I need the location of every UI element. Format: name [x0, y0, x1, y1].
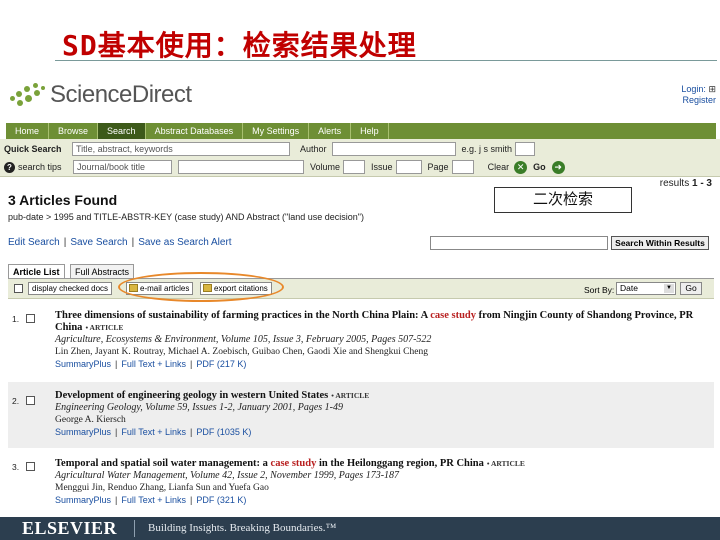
- volume-label: Volume: [310, 162, 341, 172]
- result-title[interactable]: Three dimensions of sustainability of fa…: [55, 310, 708, 334]
- select-all-checkbox[interactable]: [14, 284, 23, 293]
- full-text-link[interactable]: Full Text + Links: [121, 495, 186, 505]
- sciencedirect-logo[interactable]: ScienceDirect: [8, 78, 192, 112]
- search-tips-link[interactable]: search tips: [18, 162, 70, 172]
- result-links: SummaryPlus | Full Text + Links | PDF (217 K…: [55, 359, 247, 369]
- register-link[interactable]: Register: [681, 95, 716, 106]
- result-journal: Agricultural Water Management, Volume 42…: [55, 470, 400, 481]
- volume-input[interactable]: [343, 160, 366, 174]
- nav-home[interactable]: Home: [6, 123, 50, 139]
- search-query-text: pub-date > 1995 and TITLE-ABSTR-KEY (cas…: [8, 212, 364, 222]
- go-arrow-icon[interactable]: ➜: [551, 160, 565, 174]
- pdf-link[interactable]: PDF (217 K): [196, 359, 246, 369]
- summary-plus-link[interactable]: SummaryPlus: [55, 495, 111, 505]
- result-number: 3.: [12, 462, 20, 472]
- result-authors: Menggui Jin, Renduo Zhang, Lianfa Sun an…: [55, 483, 269, 493]
- help-icon[interactable]: ?: [4, 161, 15, 173]
- result-item: 2. Development of engineering geology in…: [8, 382, 714, 448]
- result-checkbox[interactable]: [26, 462, 35, 471]
- display-checked-button[interactable]: display checked docs: [28, 282, 113, 295]
- result-journal: Engineering Geology, Volume 59, Issues 1…: [55, 402, 344, 413]
- issue-label: Issue: [371, 162, 393, 172]
- tab-article-list[interactable]: Article List: [8, 264, 65, 279]
- elsevier-logo: ELSEVIER: [22, 518, 118, 538]
- result-title[interactable]: Development of engineering geology in we…: [55, 390, 708, 402]
- result-authors: George A. Kiersch: [55, 415, 126, 425]
- results-range: results 1 - 3: [659, 178, 712, 189]
- quick-search-row-1: Quick Search Title, abstract, keywords A…: [0, 139, 720, 158]
- result-links: SummaryPlus | Full Text + Links | PDF (321 K…: [55, 495, 247, 505]
- article-type: • ARTICLE: [85, 323, 124, 332]
- result-item: 1. Three dimensions of sustainability of…: [8, 304, 714, 380]
- result-authors: Lin Zhen, Jayant K. Routray, Michael A. …: [55, 347, 428, 357]
- pdf-link[interactable]: PDF (1035 K): [196, 427, 251, 437]
- sciencedirect-screenshot: ScienceDirect Login: ⊞ Register Home Bro…: [0, 62, 720, 517]
- nav-help[interactable]: Help: [351, 123, 389, 139]
- logo-text: ScienceDirect: [50, 81, 192, 108]
- journal-extra-input[interactable]: [178, 160, 304, 174]
- summary-plus-link[interactable]: SummaryPlus: [55, 427, 111, 437]
- footer-tagline: Building Insights. Breaking Boundaries.™: [148, 522, 337, 534]
- clear-label[interactable]: Clear: [488, 162, 510, 172]
- sort-label: Sort By:: [584, 285, 615, 295]
- article-type: • ARTICLE: [331, 391, 370, 400]
- secondary-search-callout: 二次检索: [494, 187, 632, 213]
- nav-alerts[interactable]: Alerts: [309, 123, 352, 139]
- save-search-alert-link[interactable]: Save as Search Alert: [138, 237, 231, 248]
- result-checkbox[interactable]: [26, 396, 35, 405]
- logo-dots-icon: [8, 80, 48, 110]
- search-actions: Edit Search | Save Search | Save as Search A…: [8, 237, 232, 248]
- tab-full-abstracts[interactable]: Full Abstracts: [70, 264, 135, 279]
- result-item: 3. Temporal and spatial soil water manag…: [8, 450, 714, 517]
- auth-links: Login: ⊞ Register: [681, 84, 716, 106]
- result-journal: Agriculture, Ecosystems & Environment, V…: [55, 334, 432, 345]
- article-type: • ARTICLE: [486, 459, 525, 468]
- slide-title: SD基本使用：检索结果处理: [62, 29, 417, 62]
- journal-input[interactable]: Journal/book title: [73, 160, 172, 174]
- author-extra-input[interactable]: [515, 141, 536, 156]
- nav-my-settings[interactable]: My Settings: [243, 123, 310, 139]
- author-example: e.g. j s smith: [461, 143, 513, 154]
- articles-found-heading: 3 Articles Found: [8, 192, 118, 208]
- terms-input[interactable]: Title, abstract, keywords: [72, 141, 290, 156]
- chevron-down-icon: ▼: [664, 284, 674, 293]
- page-label: Page: [427, 162, 449, 172]
- full-text-link[interactable]: Full Text + Links: [121, 427, 186, 437]
- result-title[interactable]: Temporal and spatial soil water manageme…: [55, 458, 708, 470]
- highlight-ellipse: [118, 272, 284, 302]
- nav-search[interactable]: Search: [98, 123, 146, 139]
- author-label: Author: [300, 143, 327, 154]
- login-link[interactable]: Login: ⊞: [681, 84, 716, 95]
- go-label[interactable]: Go: [533, 162, 546, 172]
- summary-plus-link[interactable]: SummaryPlus: [55, 359, 111, 369]
- quick-search-row-2: ? search tips Journal/book title Volume …: [0, 158, 720, 177]
- full-text-link[interactable]: Full Text + Links: [121, 359, 186, 369]
- nav-browse[interactable]: Browse: [49, 123, 99, 139]
- title-divider: [55, 60, 717, 61]
- search-within-button[interactable]: Search Within Results: [611, 236, 709, 250]
- result-number: 1.: [12, 314, 20, 324]
- result-checkbox[interactable]: [26, 314, 35, 323]
- clear-icon[interactable]: ✕: [514, 160, 528, 174]
- save-search-link[interactable]: Save Search: [70, 237, 127, 248]
- issue-input[interactable]: [395, 160, 422, 174]
- nav-abstract-databases[interactable]: Abstract Databases: [146, 123, 244, 139]
- sort-select[interactable]: Date ▼: [616, 282, 676, 295]
- search-within-input[interactable]: [430, 236, 608, 250]
- edit-search-link[interactable]: Edit Search: [8, 237, 60, 248]
- quick-search-label: Quick Search: [4, 143, 62, 154]
- sort-go-button[interactable]: Go: [680, 282, 702, 295]
- page-input[interactable]: [451, 160, 474, 174]
- result-links: SummaryPlus | Full Text + Links | PDF (1035 …: [55, 427, 252, 437]
- author-input[interactable]: [331, 141, 456, 156]
- elsevier-footer: ELSEVIER Building Insights. Breaking Bou…: [0, 517, 720, 540]
- pdf-link[interactable]: PDF (321 K): [196, 495, 246, 505]
- footer-divider: [134, 520, 135, 537]
- results-toolbar: display checked docs e-mail articles exp…: [8, 279, 714, 299]
- main-nav: Home Browse Search Abstract Databases My…: [6, 123, 716, 139]
- result-number: 2.: [12, 396, 20, 406]
